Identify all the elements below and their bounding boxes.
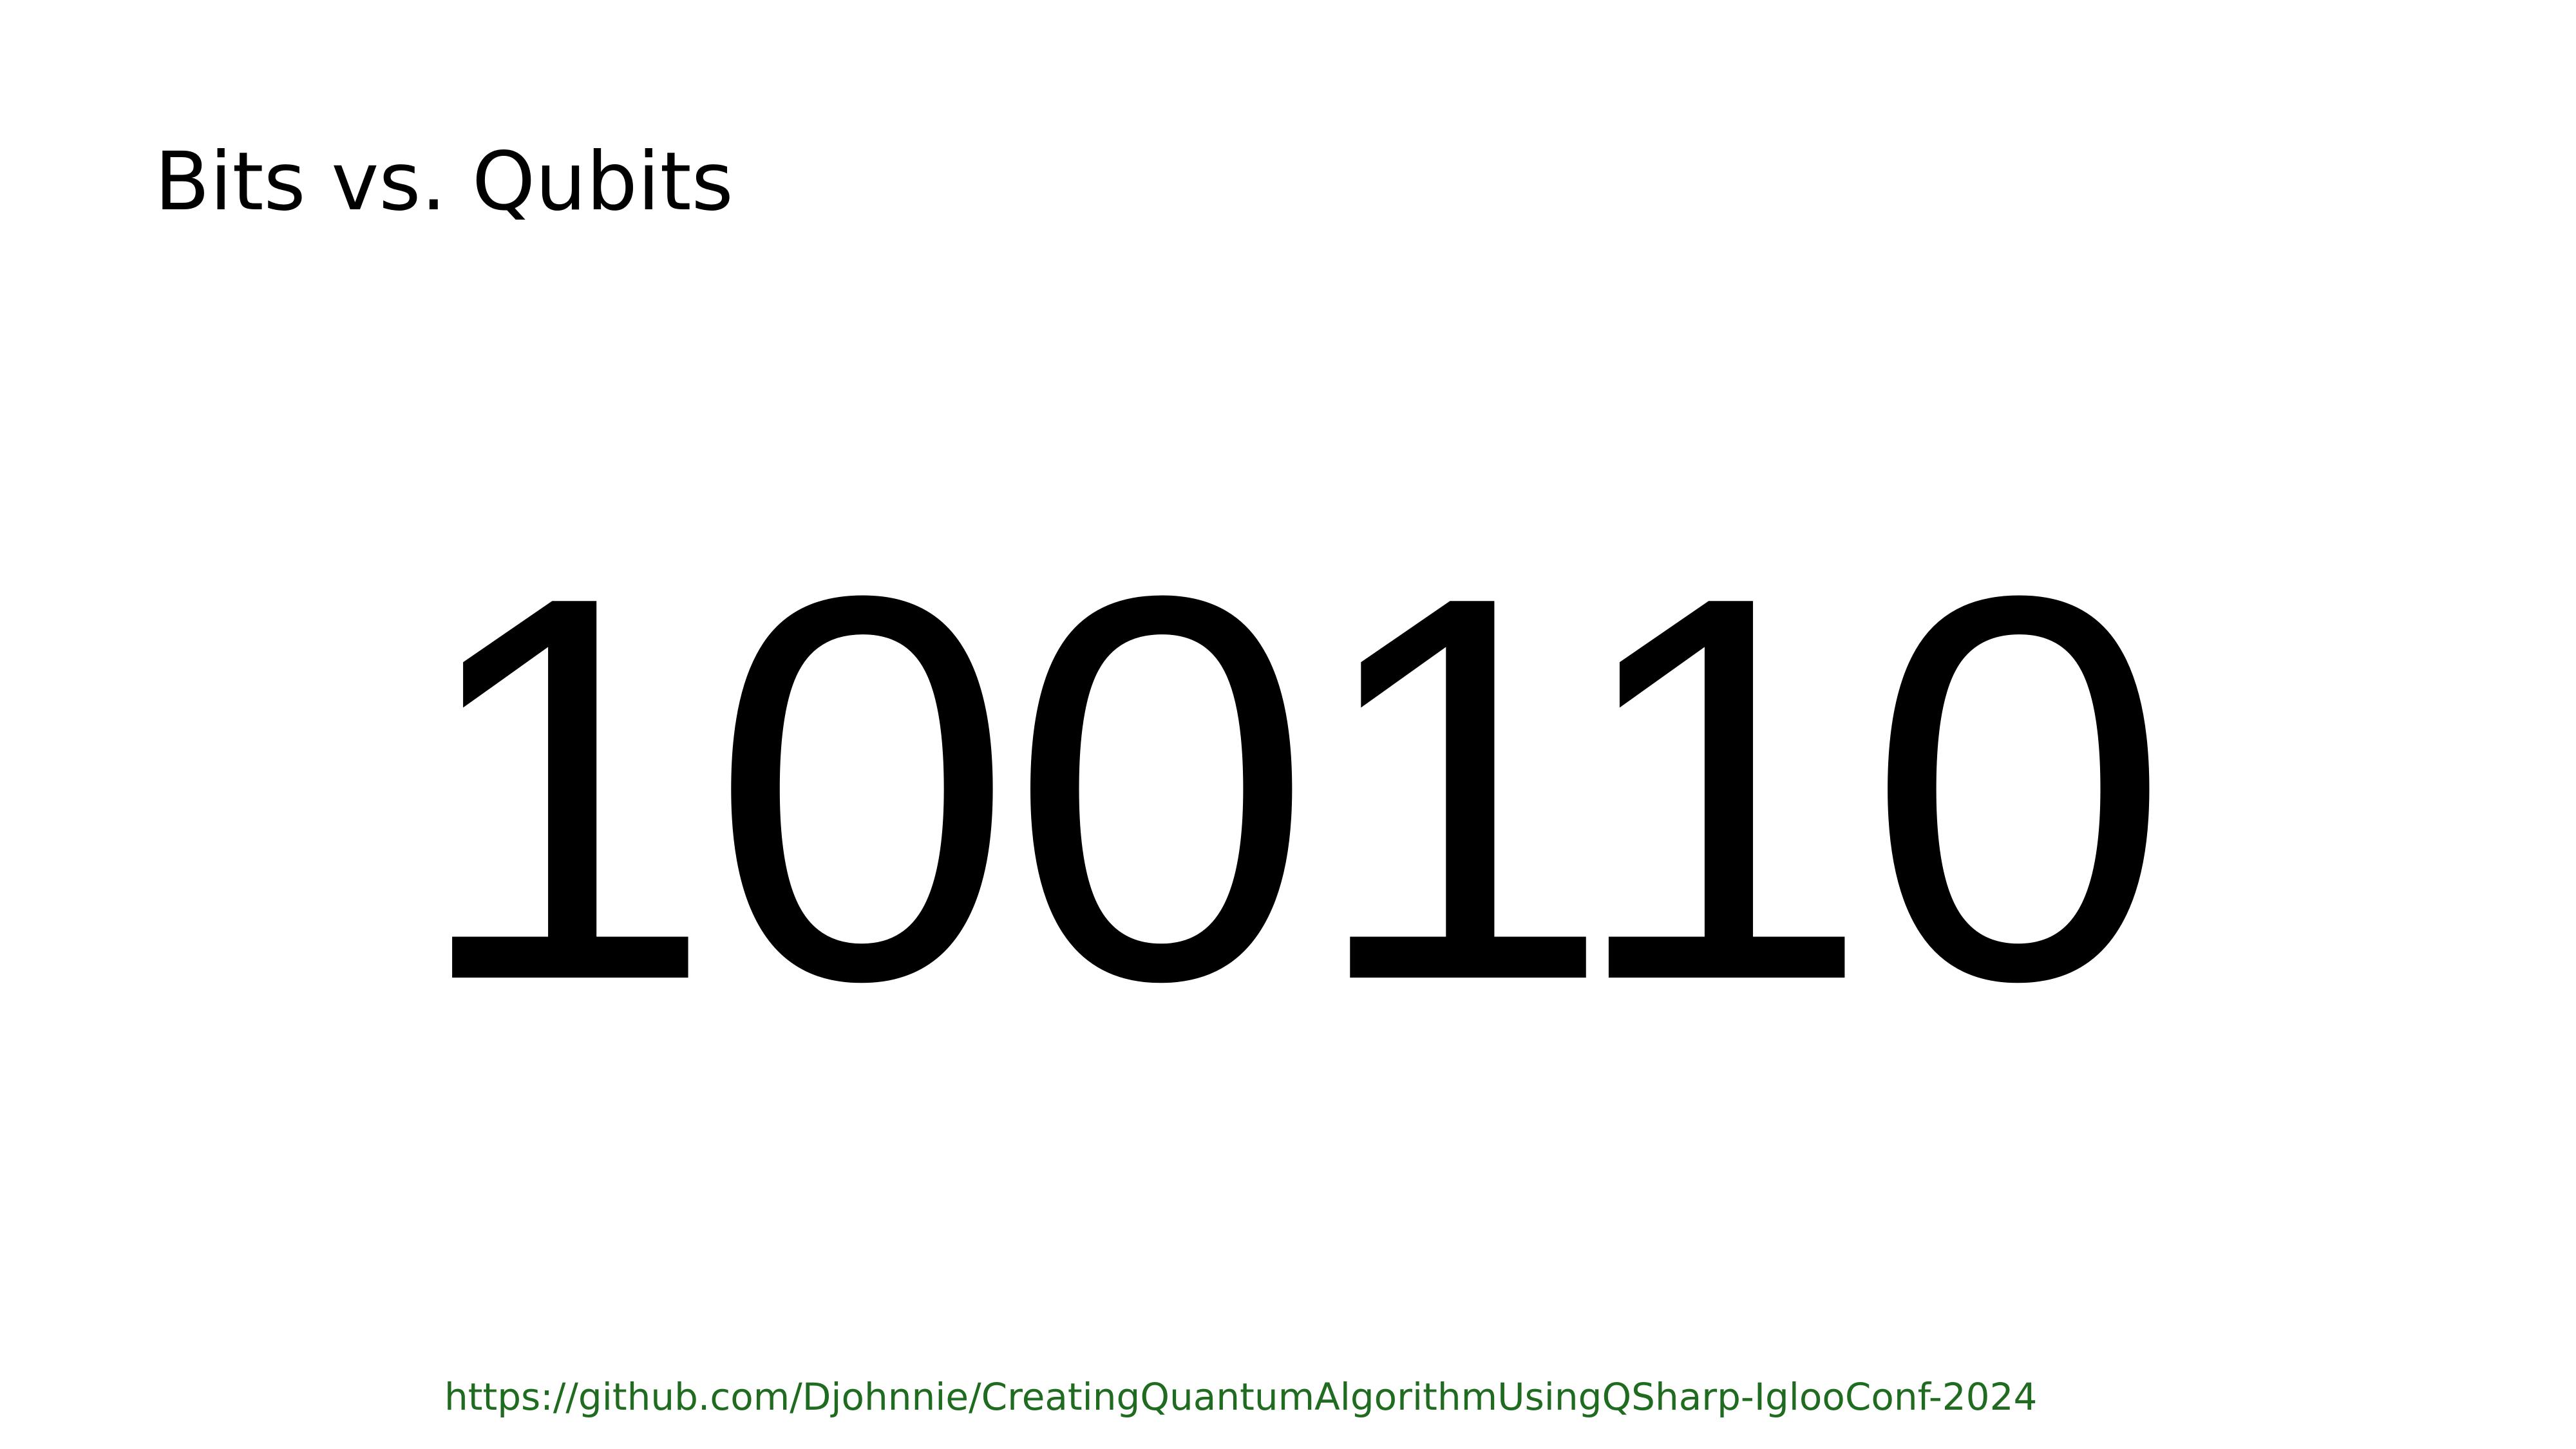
slide: Bits vs. Qubits 100110 https://github.co… [0,0,2576,1449]
github-link[interactable]: https://github.com/Djohnnie/CreatingQuan… [444,1378,2037,1416]
binary-bits-display: 100110 [410,483,2170,1094]
slide-title: Bits vs. Qubits [155,135,734,229]
